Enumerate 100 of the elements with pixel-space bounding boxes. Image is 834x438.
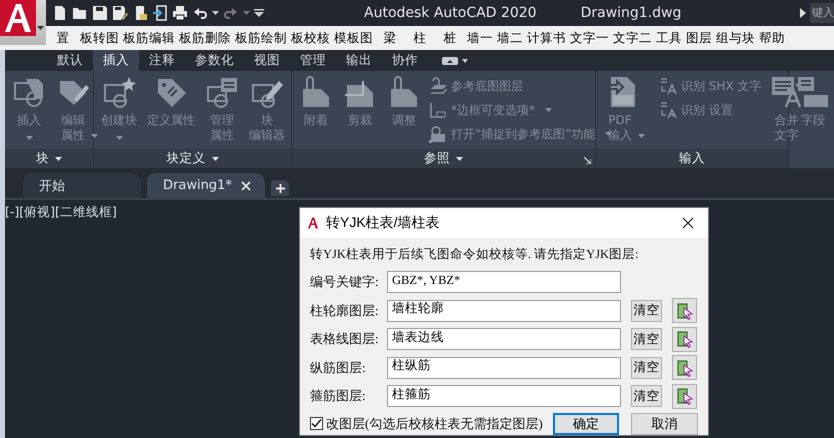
menu-item[interactable]: 板转图	[78, 30, 121, 46]
checkbox[interactable]	[310, 417, 323, 430]
clear-button[interactable]: 清空	[631, 385, 662, 408]
menu-item[interactable]: 置	[48, 30, 78, 46]
menu-item[interactable]: 组与块	[714, 30, 757, 46]
caret-icon	[55, 156, 62, 160]
input-field[interactable]: GBZ*, YBZ*	[387, 271, 621, 294]
menu-item[interactable]: 板筋删除	[177, 30, 233, 46]
expand-arrow-icon[interactable]	[800, 8, 806, 18]
input-field[interactable]: 墙表边线	[387, 328, 621, 350]
caret-icon	[116, 136, 122, 140]
menu-item[interactable]: 板筋编辑	[121, 30, 177, 46]
menu-item[interactable]: 帮助	[757, 30, 787, 46]
select-cursor-icon	[676, 330, 692, 348]
caret-icon	[212, 156, 218, 160]
caret-icon	[545, 108, 552, 112]
clear-button[interactable]: 清空	[631, 356, 662, 379]
panel-title[interactable]: 块定义	[166, 150, 218, 167]
menu-item[interactable]: 墙一	[465, 30, 495, 46]
menu-item[interactable]: 柱	[405, 30, 435, 46]
ribbon-tab[interactable]: 插入	[93, 50, 139, 71]
ribbon-tab[interactable]: 管理	[290, 50, 336, 71]
text-recognize-icon	[659, 77, 677, 95]
panel-title[interactable]: 块	[36, 150, 62, 167]
viewport-label[interactable]: [-][俯视][二维线框]	[5, 204, 117, 221]
app-logo-icon	[0, 0, 36, 36]
customize-caret-icon[interactable]	[254, 9, 264, 17]
check-icon	[311, 418, 322, 429]
window-title: Autodesk AutoCAD 2020	[364, 5, 537, 21]
block-star-icon	[102, 75, 136, 109]
instruction-text: 转YJK柱表用于后续飞图命令如校核等. 请先指定YJK图层:	[310, 246, 640, 263]
layers-icon	[429, 77, 447, 95]
clear-button[interactable]: 清空	[631, 328, 662, 350]
ribbon-tab[interactable]: 参数化	[185, 50, 244, 71]
menu-item[interactable]: 墙二	[495, 30, 525, 46]
panel-toggle-icon[interactable]	[442, 56, 468, 66]
select-cursor-icon	[676, 358, 692, 377]
frame-icon	[429, 101, 447, 119]
panel-title[interactable]: 参照	[424, 150, 463, 167]
app-logo-icon	[306, 216, 320, 230]
ribbon-tab[interactable]: 协作	[382, 50, 428, 71]
input-field[interactable]: 墙柱轮廓	[387, 300, 621, 322]
close-icon	[682, 217, 694, 229]
menu-item[interactable]: 图层	[684, 30, 714, 46]
new-file-icon[interactable]	[52, 5, 68, 21]
field-label: 纵筋图层:	[310, 358, 367, 377]
file-name: Drawing1.dwg	[580, 5, 682, 21]
pick-layer-button[interactable]	[672, 298, 697, 324]
document-tab[interactable]: 开始	[23, 173, 141, 198]
close-icon[interactable]	[241, 180, 251, 190]
menu-item[interactable]: 桩	[435, 30, 465, 46]
menu-item[interactable]: 梁	[375, 30, 405, 46]
search-field[interactable]: 键入	[810, 3, 834, 23]
menu-item[interactable]: 板校核	[289, 30, 332, 46]
settings-recognize-icon	[659, 101, 677, 119]
ribbon-tab[interactable]: 默认	[47, 50, 93, 71]
undo-icon[interactable]	[192, 5, 208, 21]
ribbon-tab[interactable]: 视图	[244, 50, 290, 71]
save-as-icon[interactable]	[112, 5, 128, 21]
menu-item[interactable]: 工具	[654, 30, 684, 46]
field-label: 柱轮廓图层:	[310, 302, 380, 320]
caret-icon	[212, 11, 219, 15]
menu-item[interactable]: 模板图	[332, 30, 375, 46]
block-list-icon	[205, 75, 239, 109]
menu-item[interactable]: 文字一	[568, 30, 611, 46]
menu-item[interactable]: 计算书	[525, 30, 568, 46]
caret-icon	[638, 134, 645, 138]
caret-icon	[456, 156, 463, 160]
panel-title[interactable]: 输入	[679, 150, 705, 167]
save-icon[interactable]	[92, 5, 108, 21]
redo-icon[interactable]	[223, 5, 239, 21]
import-icon[interactable]	[152, 5, 168, 21]
menu-item[interactable]: 板筋绘制	[233, 30, 289, 46]
folder-icon[interactable]	[72, 5, 88, 21]
print-icon[interactable]	[172, 5, 188, 21]
field-label: 编号关键字:	[310, 273, 380, 292]
new-tab-button[interactable]	[271, 180, 289, 196]
list-table-icon	[796, 75, 830, 109]
select-cursor-icon	[676, 387, 692, 406]
launcher-arrow-icon[interactable]	[584, 157, 591, 164]
input-field[interactable]: 柱纵筋	[387, 356, 621, 379]
app-menu-button[interactable]	[0, 0, 46, 45]
pick-layer-button[interactable]	[672, 384, 697, 409]
dialog-button[interactable]: 取消	[631, 412, 698, 434]
input-field[interactable]: 柱箍筋	[387, 385, 621, 408]
clear-button[interactable]: 清空	[631, 300, 662, 322]
ribbon-tab[interactable]: 输出	[336, 50, 382, 71]
pick-layer-button[interactable]	[672, 355, 697, 380]
menu-item[interactable]: 文字二	[611, 30, 654, 46]
select-cursor-icon	[676, 302, 692, 320]
pick-layer-button[interactable]	[672, 326, 697, 352]
caret-icon	[243, 11, 250, 15]
close-button[interactable]	[680, 215, 696, 231]
ribbon-tab[interactable]: 注释	[139, 50, 185, 71]
drawing-canvas[interactable]: [-][俯视][二维线框] 转YJK柱表/墙柱表 转YJK柱表用于后续飞图命令如校核等. 请先指定YJK图层: 编号关键字: GBZ*, YBZ* 柱轮廓图层: 墙柱轮廓 清空 表格线图层: 墙表边线 清空 纵筋图层: 柱纵筋 清空 箍筋图层: 柱箍筋 清空 改图层(勾选后校核柱表无需指定图层) 确定 取消	[5, 200, 834, 438]
dialog-button[interactable]: 确定	[552, 412, 620, 434]
field-label: 箍筋图层:	[310, 387, 367, 406]
document-tab[interactable]: Drawing1*	[147, 173, 265, 198]
change-layer-checkbox[interactable]: 改图层(勾选后校核柱表无需指定图层)	[310, 414, 543, 432]
plus-icon	[276, 184, 284, 192]
